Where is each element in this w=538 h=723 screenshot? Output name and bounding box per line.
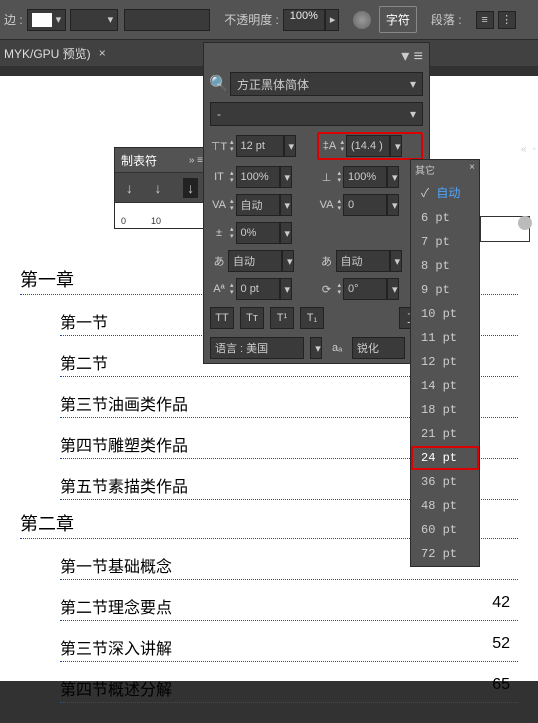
doc-tab-label: MYK/GPU 预览) [4, 45, 91, 62]
caps-button[interactable]: TT [210, 307, 234, 329]
baseline-input[interactable]: 0 pt [236, 278, 280, 300]
opacity-input[interactable]: 100% [283, 9, 325, 31]
stroke-label: 边 : [4, 11, 23, 28]
popup-item[interactable]: 8 pt [411, 254, 479, 278]
leading-popup: 其它 × 自动 6 pt 7 pt 8 pt 9 pt 10 pt 11 pt 1… [410, 159, 480, 567]
popup-item-selected[interactable]: 24 pt [411, 446, 479, 470]
blend-mode[interactable] [124, 9, 210, 31]
auto2-icon: あ [318, 252, 336, 270]
opacity-label: 不透明度 : [224, 11, 279, 28]
leading-icon: ‡A [320, 137, 338, 155]
popup-item[interactable]: 10 pt [411, 302, 479, 326]
pref-icon[interactable]: ⋮ [498, 11, 516, 29]
vscale-icon: IT [210, 168, 228, 186]
tab-paragraph[interactable]: 段落 : [425, 7, 468, 32]
popup-item[interactable]: 18 pt [411, 398, 479, 422]
font-family-input[interactable]: 方正黑体简体▾ [230, 72, 423, 96]
kerning-input[interactable]: 自动 [236, 194, 280, 216]
chevron-down-icon[interactable]: ▾ [390, 135, 402, 157]
close-icon[interactable]: × [99, 46, 106, 60]
tab-center-icon[interactable]: ↓ [154, 180, 161, 196]
rotation-input[interactable]: 0° [343, 278, 387, 300]
popup-item[interactable]: 72 pt [411, 542, 479, 566]
popup-item[interactable]: 14 pt [411, 374, 479, 398]
close-icon[interactable]: × [469, 162, 475, 177]
popup-item[interactable]: 48 pt [411, 494, 479, 518]
spacing-icon: ± [210, 224, 228, 242]
popup-item[interactable]: 12 pt [411, 350, 479, 374]
hscale-input[interactable]: 100% [343, 166, 387, 188]
spacing-input[interactable]: 0% [236, 222, 280, 244]
toc-item: 第三节深入讲解52 [60, 635, 518, 662]
kerning-icon: VA [210, 196, 228, 214]
smallcaps-button[interactable]: Tᴛ [240, 307, 264, 329]
auto2-input[interactable]: 自动 [336, 250, 390, 272]
character-panel: ▾ ≡ 🔍 方正黑体简体▾ -▾ ⊤T ▴▾ 12 pt ▾ ‡A ▴▾ (14… [203, 42, 430, 364]
vscale-input[interactable]: 100% [236, 166, 280, 188]
popup-item[interactable]: 11 pt [411, 326, 479, 350]
tracking-icon: VA [318, 196, 336, 214]
hscale-icon: ⊥ [318, 168, 336, 186]
font-style-input[interactable]: -▾ [210, 102, 423, 126]
stroke-weight[interactable]: ▾ [70, 9, 118, 31]
popup-item[interactable]: 7 pt [411, 230, 479, 254]
font-size-input[interactable]: 12 pt [236, 135, 284, 157]
stroke-swatch[interactable]: ▾ [27, 9, 67, 31]
tabs-panel-title: 制表符 [121, 152, 157, 169]
font-size-icon: ⊤T [210, 137, 228, 155]
popup-item[interactable]: 36 pt [411, 470, 479, 494]
globe-icon[interactable] [353, 11, 371, 29]
magnet-icon[interactable] [518, 216, 532, 230]
popup-item[interactable]: 60 pt [411, 518, 479, 542]
panel-menu-icon[interactable]: ▾ ≡ [401, 46, 423, 66]
popup-item[interactable]: 21 pt [411, 422, 479, 446]
popup-item[interactable]: 6 pt [411, 206, 479, 230]
popup-other-label[interactable]: 其它 [415, 162, 435, 177]
doc-tab[interactable]: MYK/GPU 预览) × [4, 45, 106, 62]
tracking-input[interactable]: 0 [343, 194, 387, 216]
opacity-chevron[interactable]: ▸ [325, 9, 339, 31]
tab-align-row: ↓ ↓ ↓ [115, 172, 209, 202]
align-icon[interactable]: ≡ [476, 11, 494, 29]
toc-item: 第四节概述分解65 [60, 676, 518, 703]
type-style-row: TT Tᴛ T¹ T₁ T [204, 303, 429, 333]
rotation-icon: ⟳ [318, 280, 336, 298]
panel-menu-icon[interactable]: » ≡ [189, 155, 203, 166]
aa-icon: aₐ [328, 339, 346, 357]
popup-item[interactable]: 9 pt [411, 278, 479, 302]
tab-left-icon[interactable]: ↓ [126, 180, 133, 196]
tabs-panel: 制表符 » ≡ ↓ ↓ ↓ 0 10 [114, 147, 210, 229]
search-icon[interactable]: 🔍 [210, 74, 228, 94]
tab-right-icon[interactable]: ↓ [183, 178, 198, 198]
panel-close-buttons: «◦ [521, 144, 536, 155]
antialias-select[interactable]: 锐化 [352, 337, 405, 359]
top-toolbar: 边 : ▾ ▾ 不透明度 : 100% ▸ 字符 段落 : ≡ ⋮ [0, 0, 538, 40]
leading-group: ‡A ▴▾ (14.4 ) ▾ [317, 132, 423, 160]
baseline-icon: Aª [210, 280, 228, 298]
mini-ruler[interactable]: 0 10 [115, 202, 209, 228]
subscript-button[interactable]: T₁ [300, 307, 324, 329]
auto1-input[interactable]: 自动 [228, 250, 282, 272]
stepper-icon[interactable]: ▴▾ [340, 139, 344, 153]
stepper-icon[interactable]: ▴▾ [230, 139, 234, 153]
toc-item: 第二节理念要点42 [60, 594, 518, 621]
language-select[interactable]: 语言 : 美国 [210, 337, 304, 359]
popup-item-auto[interactable]: 自动 [411, 179, 479, 206]
auto1-icon: あ [210, 252, 228, 270]
leading-input[interactable]: (14.4 ) [346, 135, 390, 157]
superscript-button[interactable]: T¹ [270, 307, 294, 329]
tab-character[interactable]: 字符 [379, 6, 417, 33]
chevron-down-icon[interactable]: ▾ [284, 135, 296, 157]
